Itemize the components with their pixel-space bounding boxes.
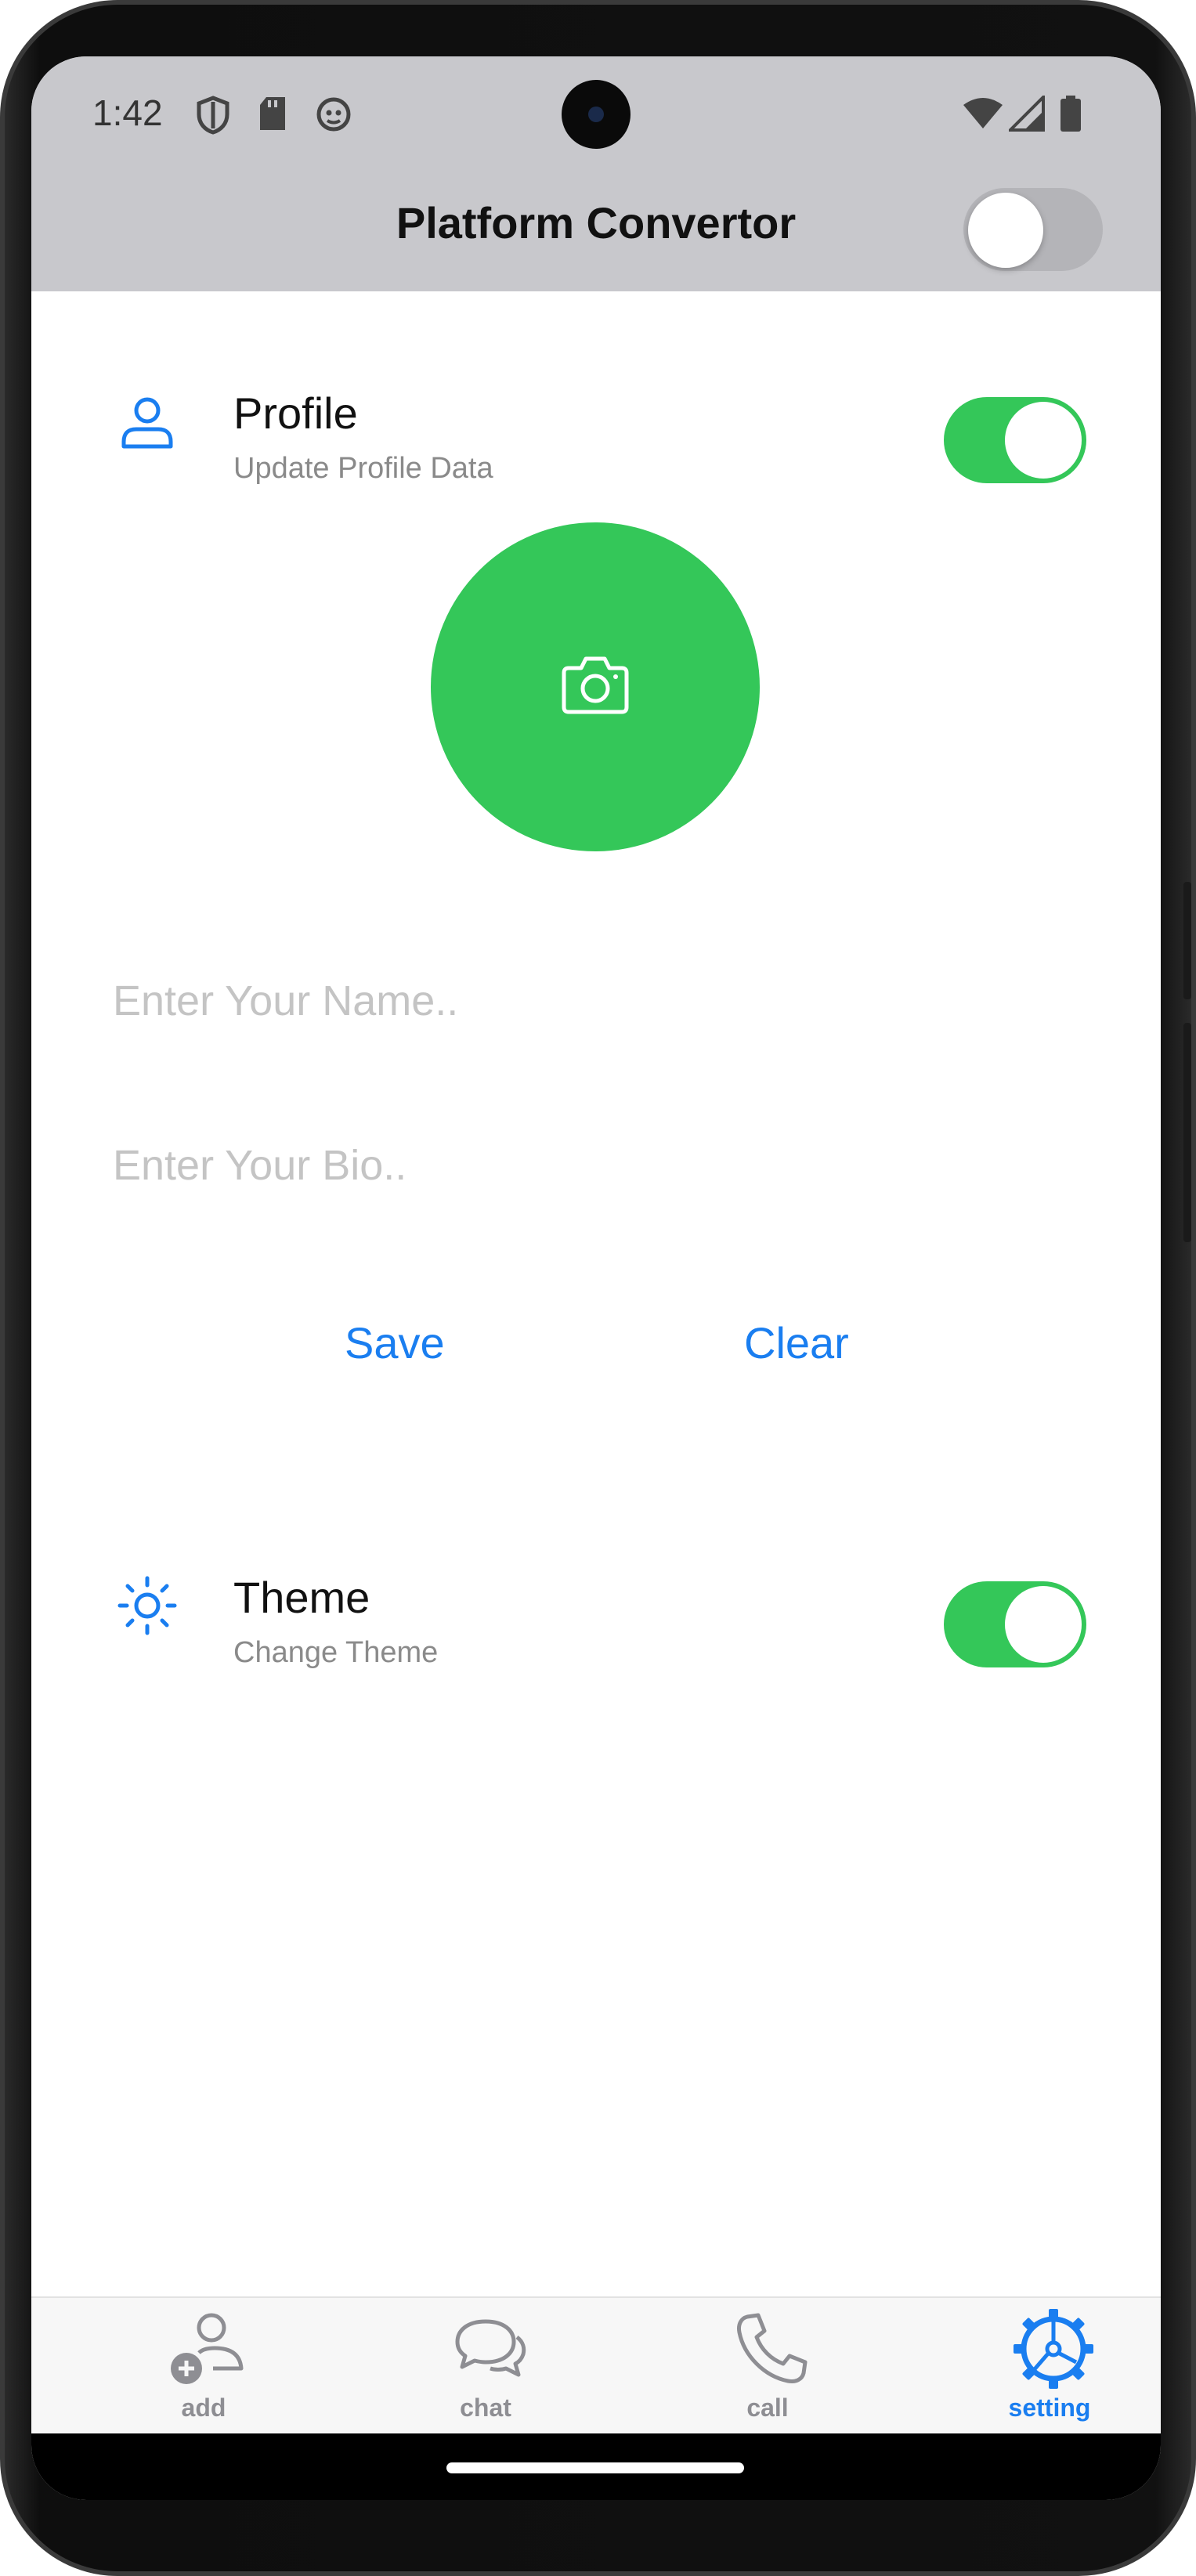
profile-row: Profile Update Profile Data: [31, 331, 1161, 485]
theme-toggle[interactable]: [944, 1581, 1086, 1667]
app-header: 1:42 Platform Convertor: [31, 56, 1161, 291]
gear-icon: [1014, 2309, 1093, 2389]
theme-title: Theme: [233, 1573, 370, 1622]
chat-bubbles-icon: [455, 2319, 526, 2377]
tab-label: call: [746, 2394, 789, 2422]
name-input[interactable]: [113, 962, 1084, 1040]
profile-toggle[interactable]: [944, 397, 1086, 483]
add-person-icon: [171, 2313, 244, 2384]
tab-add[interactable]: add: [102, 2298, 305, 2435]
person-icon: [117, 392, 177, 451]
bottom-tab-bar: add chat call setting: [31, 2296, 1161, 2433]
platform-toggle[interactable]: [963, 188, 1103, 271]
theme-subtitle: Change Theme: [233, 1636, 439, 1669]
front-camera: [562, 80, 631, 149]
home-indicator[interactable]: [446, 2462, 744, 2473]
battery-icon: [1059, 96, 1082, 137]
camera-icon: [562, 656, 629, 714]
phone-icon: [737, 2313, 808, 2383]
tab-chat[interactable]: chat: [384, 2298, 587, 2435]
tab-setting[interactable]: setting: [948, 2298, 1151, 2435]
tab-label: add: [181, 2394, 226, 2422]
wifi-icon: [962, 96, 1004, 134]
power-button: [1183, 1023, 1191, 1242]
toggle-knob: [968, 193, 1043, 268]
status-bar: 1:42: [31, 56, 1161, 174]
tab-call[interactable]: call: [666, 2298, 869, 2435]
tab-label: setting: [1008, 2394, 1091, 2422]
toggle-knob: [1005, 402, 1082, 479]
status-time: 1:42: [92, 92, 163, 133]
clear-button[interactable]: Clear: [744, 1317, 849, 1368]
tab-label: chat: [460, 2394, 511, 2422]
bio-input[interactable]: [113, 1126, 1084, 1205]
sd-card-icon: [258, 96, 287, 135]
volume-button: [1183, 882, 1191, 999]
theme-row: Theme Change Theme: [31, 1515, 1161, 1669]
profile-title: Profile: [233, 388, 358, 438]
sun-icon: [117, 1576, 177, 1635]
debug-icon: [315, 96, 352, 137]
toggle-knob: [1005, 1586, 1082, 1663]
signal-icon: [1006, 93, 1045, 135]
shield-icon: [196, 96, 230, 139]
profile-photo-picker[interactable]: [431, 522, 760, 851]
screen: 1:42 Platform Convertor Profile Update P…: [31, 56, 1161, 2500]
profile-subtitle: Update Profile Data: [233, 452, 493, 485]
save-button[interactable]: Save: [345, 1317, 445, 1368]
